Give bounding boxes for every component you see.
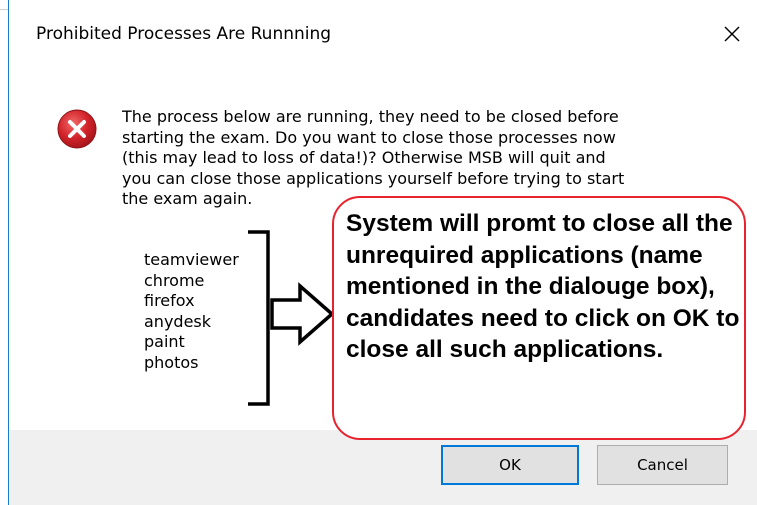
process-item: teamviewer [144,250,239,269]
ok-button[interactable]: OK [441,445,579,485]
close-icon[interactable] [720,22,744,46]
cancel-button[interactable]: Cancel [597,445,728,485]
process-item: photos [144,352,199,372]
dialog-message: The process below are running, they need… [122,107,625,209]
background-window [0,0,8,505]
process-item: firefox [144,291,195,310]
process-item: paint [144,332,185,351]
process-item: anydesk [144,311,212,331]
background-window-edge [0,9,8,10]
process-item: chrome [144,270,205,290]
process-list: teamviewer chrome firefox anydesk paint … [144,250,239,373]
annotation-text: System will promt to close all the unreq… [346,210,740,363]
dialog-title: Prohibited Processes Are Runnning [36,24,332,44]
dialog-titlebar[interactable]: Prohibited Processes Are Runnning [9,0,757,74]
error-icon [57,109,97,149]
